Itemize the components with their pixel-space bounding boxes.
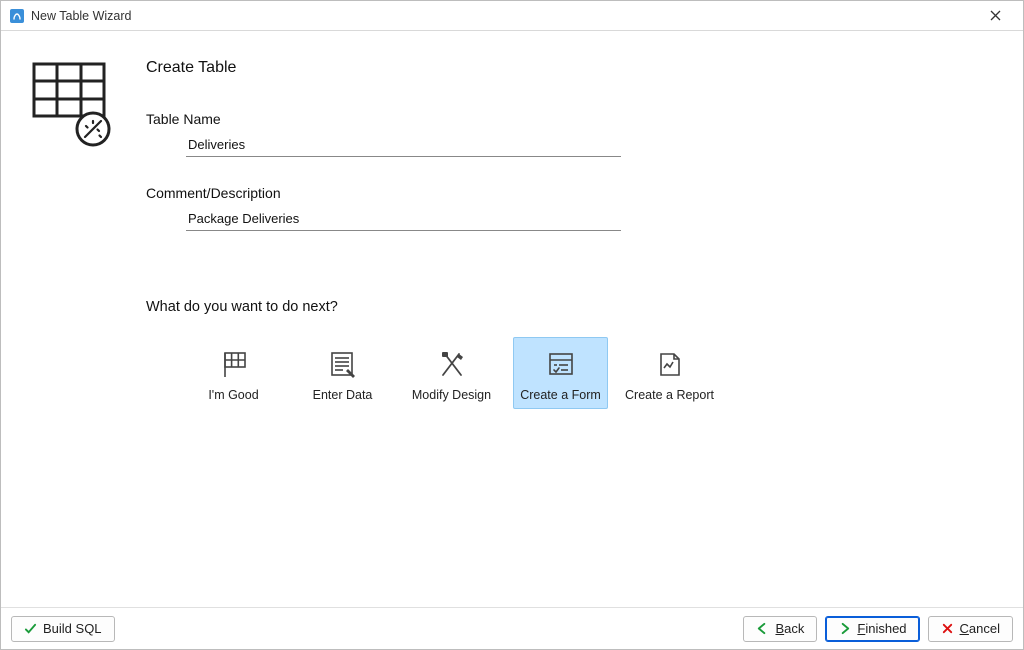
button-label: Back <box>775 621 804 636</box>
option-label: Modify Design <box>412 388 491 402</box>
form-icon <box>546 348 576 382</box>
button-label: Cancel <box>960 621 1000 636</box>
page-heading: Create Table <box>146 59 906 77</box>
window-title: New Table Wizard <box>31 9 975 23</box>
sheet-edit-icon <box>328 348 358 382</box>
arrow-left-icon <box>756 622 769 635</box>
option-create-report[interactable]: Create a Report <box>622 337 717 409</box>
option-im-good[interactable]: I'm Good <box>186 337 281 409</box>
x-icon <box>941 622 954 635</box>
arrow-right-icon <box>838 622 851 635</box>
comment-field-wrap: Comment/Description <box>146 185 906 231</box>
comment-input[interactable] <box>186 207 621 231</box>
titlebar: New Table Wizard <box>1 1 1023 31</box>
wizard-window: New Table Wizard <box>0 0 1024 650</box>
wizard-main: Create Table Table Name Comment/Descript… <box>146 59 906 597</box>
tools-icon <box>437 348 467 382</box>
close-icon <box>990 10 1001 21</box>
option-label: I'm Good <box>208 388 258 402</box>
window-close-button[interactable] <box>975 2 1015 30</box>
wizard-footer: Build SQL Back Finished Cancel <box>1 607 1023 649</box>
next-action-options: I'm Good Enter Data Modify Design <box>186 337 906 409</box>
report-icon <box>655 348 685 382</box>
build-sql-button[interactable]: Build SQL <box>11 616 115 642</box>
option-label: Create a Form <box>520 388 601 402</box>
wizard-body: Create Table Table Name Comment/Descript… <box>1 31 1023 607</box>
button-label: Build SQL <box>43 621 102 636</box>
table-name-input[interactable] <box>186 133 621 157</box>
option-enter-data[interactable]: Enter Data <box>295 337 390 409</box>
table-name-label: Table Name <box>146 111 906 127</box>
wizard-page-icon <box>31 59 146 597</box>
button-label: Finished <box>857 621 906 636</box>
next-action-heading: What do you want to do next? <box>146 299 906 315</box>
option-label: Create a Report <box>625 388 714 402</box>
check-icon <box>24 622 37 635</box>
flag-grid-icon <box>219 348 249 382</box>
back-button[interactable]: Back <box>743 616 817 642</box>
table-name-field-wrap: Table Name <box>146 111 906 157</box>
option-create-form[interactable]: Create a Form <box>513 337 608 409</box>
app-icon <box>9 8 25 24</box>
comment-label: Comment/Description <box>146 185 906 201</box>
option-modify-design[interactable]: Modify Design <box>404 337 499 409</box>
option-label: Enter Data <box>313 388 373 402</box>
finished-button[interactable]: Finished <box>825 616 919 642</box>
cancel-button[interactable]: Cancel <box>928 616 1013 642</box>
